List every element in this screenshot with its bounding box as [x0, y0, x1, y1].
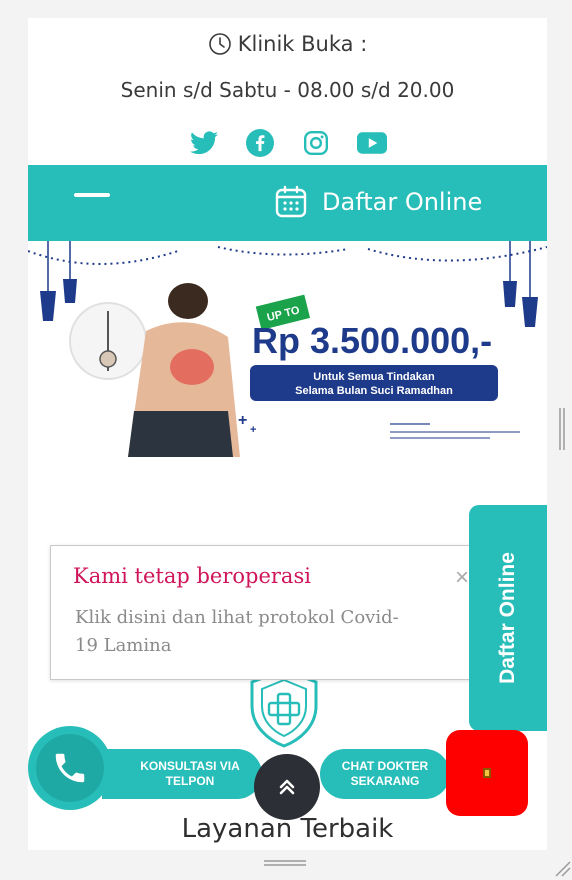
svg-text:+: + [250, 424, 256, 436]
promo-subtitle-2: Selama Bulan Suci Ramadhan [295, 385, 453, 397]
hours-title: Klinik Buka : [237, 32, 368, 56]
resize-grip-icon[interactable] [552, 858, 572, 878]
chat-widget[interactable] [446, 730, 528, 816]
bottom-drag-handle-icon[interactable] [262, 858, 308, 868]
calendar-icon [275, 185, 307, 218]
phone-icon [55, 753, 85, 783]
close-icon[interactable]: × [455, 566, 469, 590]
twitter-icon[interactable] [189, 129, 219, 157]
double-chevron-up-icon [279, 779, 295, 795]
drag-handle-icon[interactable] [558, 404, 566, 454]
menu-icon[interactable] [74, 193, 110, 197]
popup-title: Kami tetap beroperasi [73, 564, 311, 588]
chat-dokter-button[interactable]: CHAT DOKTER SEKARANG [320, 749, 450, 799]
konsultasi-button[interactable]: KONSULTASI VIA TELPON [102, 749, 262, 799]
popup-text[interactable]: Klik disini dan lihat protokol Covid-19 … [75, 604, 405, 660]
opening-hours: Senin s/d Sabtu - 08.00 s/d 20.00 [120, 78, 455, 102]
promo-subtitle-1: Untuk Semua Tindakan [313, 371, 435, 383]
call-button[interactable] [28, 726, 112, 810]
covid-protocol-popup[interactable]: Kami tetap beroperasi Klik disini dan li… [50, 545, 484, 680]
floating-actions: KONSULTASI VIA TELPON CHAT DOKTER SEKARA… [28, 726, 547, 822]
page-frame: Klinik Buka : Senin s/d Sabtu - 08.00 s/… [28, 18, 547, 850]
clock-icon [208, 33, 231, 55]
scroll-to-top-button[interactable] [254, 754, 320, 820]
instagram-icon[interactable] [301, 129, 331, 157]
daftar-online-label: Daftar Online [322, 188, 483, 216]
promo-banner[interactable]: + + UP TO Rp 3.500.000,- Untuk Semua Tin… [28, 241, 547, 457]
facebook-icon[interactable] [245, 129, 275, 157]
chat-widget-icon [483, 768, 491, 778]
side-tab-label: Daftar Online [496, 552, 519, 684]
youtube-icon[interactable] [356, 129, 387, 157]
navbar: Daftar Online [28, 165, 547, 241]
top-info: Klinik Buka : Senin s/d Sabtu - 08.00 s/… [28, 18, 547, 165]
hours-heading: Klinik Buka : [28, 32, 547, 56]
daftar-online-button[interactable]: Daftar Online [274, 185, 482, 219]
svg-text:+: + [238, 412, 247, 429]
promo-amount: Rp 3.500.000,- [252, 320, 492, 361]
social-links [28, 129, 547, 157]
daftar-online-side-tab[interactable]: Daftar Online [469, 505, 547, 731]
